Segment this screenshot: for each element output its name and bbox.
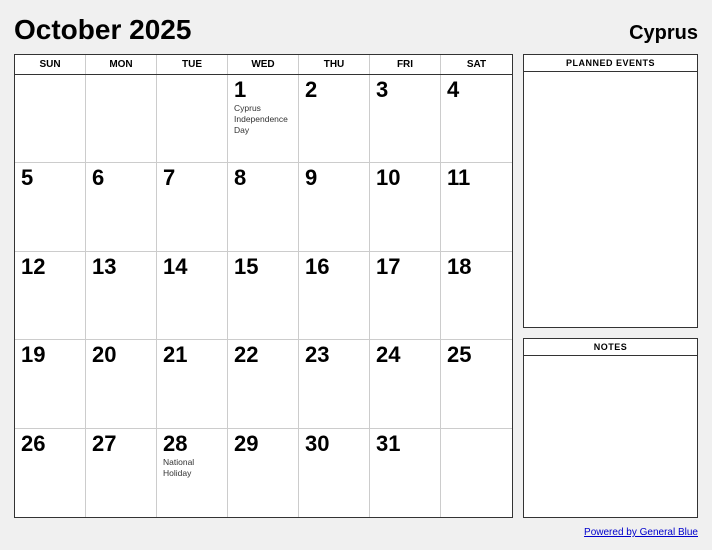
day-number: 29: [234, 433, 292, 455]
calendar-cell: 23: [299, 340, 370, 428]
day-header: SUN: [15, 55, 86, 74]
calendar-cell: 7: [157, 163, 228, 251]
notes-box: NOTES: [523, 338, 698, 518]
planned-events-content: [524, 72, 697, 327]
day-header: SAT: [441, 55, 512, 74]
day-number: 23: [305, 344, 363, 366]
day-number: 26: [21, 433, 79, 455]
sidebar: PLANNED EVENTS NOTES: [523, 54, 698, 518]
day-number: 2: [305, 79, 363, 101]
calendar-cell: 17: [370, 252, 441, 340]
calendar-cell: 8: [228, 163, 299, 251]
day-number: 11: [447, 167, 506, 189]
main-content: SUNMONTUEWEDTHUFRISAT 1Cyprus Independen…: [14, 54, 698, 518]
day-number: 22: [234, 344, 292, 366]
planned-events-title: PLANNED EVENTS: [524, 55, 697, 72]
day-header: FRI: [370, 55, 441, 74]
calendar-cell: 2: [299, 75, 370, 163]
day-number: 5: [21, 167, 79, 189]
day-number: 9: [305, 167, 363, 189]
calendar-cell: 1Cyprus Independence Day: [228, 75, 299, 163]
day-number: 10: [376, 167, 434, 189]
day-header: TUE: [157, 55, 228, 74]
header: October 2025 Cyprus: [14, 14, 698, 46]
day-number: 31: [376, 433, 434, 455]
calendar-grid: 1Cyprus Independence Day2345678910111213…: [15, 75, 512, 517]
day-number: 27: [92, 433, 150, 455]
day-number: 6: [92, 167, 150, 189]
day-number: 30: [305, 433, 363, 455]
calendar-cell: [441, 429, 512, 517]
day-header: WED: [228, 55, 299, 74]
calendar-cell: 3: [370, 75, 441, 163]
calendar-cell: 10: [370, 163, 441, 251]
event-text: National Holiday: [163, 457, 221, 479]
month-title: October 2025: [14, 14, 191, 46]
calendar-cell: 19: [15, 340, 86, 428]
day-number: 14: [163, 256, 221, 278]
day-number: 12: [21, 256, 79, 278]
event-text: Cyprus Independence Day: [234, 103, 292, 136]
country-title: Cyprus: [629, 22, 698, 45]
planned-events-box: PLANNED EVENTS: [523, 54, 698, 328]
day-number: 18: [447, 256, 506, 278]
footer: Powered by General Blue: [14, 522, 698, 540]
calendar-cell: [15, 75, 86, 163]
calendar-cell: 26: [15, 429, 86, 517]
calendar-cell: 29: [228, 429, 299, 517]
day-headers: SUNMONTUEWEDTHUFRISAT: [15, 55, 512, 75]
calendar-cell: 6: [86, 163, 157, 251]
calendar-cell: 18: [441, 252, 512, 340]
calendar-cell: 16: [299, 252, 370, 340]
calendar-cell: 15: [228, 252, 299, 340]
calendar-cell: 25: [441, 340, 512, 428]
notes-content: [524, 356, 697, 517]
notes-title: NOTES: [524, 339, 697, 356]
day-number: 3: [376, 79, 434, 101]
calendar-cell: 11: [441, 163, 512, 251]
day-number: 20: [92, 344, 150, 366]
day-number: 19: [21, 344, 79, 366]
calendar-cell: 30: [299, 429, 370, 517]
day-number: 4: [447, 79, 506, 101]
calendar-cell: [157, 75, 228, 163]
day-header: MON: [86, 55, 157, 74]
day-number: 16: [305, 256, 363, 278]
calendar-cell: 28National Holiday: [157, 429, 228, 517]
calendar-cell: 13: [86, 252, 157, 340]
day-number: 1: [234, 79, 292, 101]
calendar-cell: 9: [299, 163, 370, 251]
day-number: 28: [163, 433, 221, 455]
calendar-cell: 31: [370, 429, 441, 517]
calendar-cell: [86, 75, 157, 163]
calendar-cell: 21: [157, 340, 228, 428]
calendar-cell: 5: [15, 163, 86, 251]
day-number: 21: [163, 344, 221, 366]
powered-by-link[interactable]: Powered by General Blue: [584, 527, 698, 538]
day-number: 17: [376, 256, 434, 278]
page: October 2025 Cyprus SUNMONTUEWEDTHUFRISA…: [0, 0, 712, 550]
day-number: 15: [234, 256, 292, 278]
calendar-cell: 22: [228, 340, 299, 428]
day-number: 13: [92, 256, 150, 278]
calendar-cell: 20: [86, 340, 157, 428]
day-number: 25: [447, 344, 506, 366]
calendar-cell: 14: [157, 252, 228, 340]
day-number: 8: [234, 167, 292, 189]
calendar-cell: 27: [86, 429, 157, 517]
day-number: 7: [163, 167, 221, 189]
day-header: THU: [299, 55, 370, 74]
calendar-cell: 24: [370, 340, 441, 428]
calendar-cell: 12: [15, 252, 86, 340]
day-number: 24: [376, 344, 434, 366]
calendar-section: SUNMONTUEWEDTHUFRISAT 1Cyprus Independen…: [14, 54, 513, 518]
calendar-cell: 4: [441, 75, 512, 163]
